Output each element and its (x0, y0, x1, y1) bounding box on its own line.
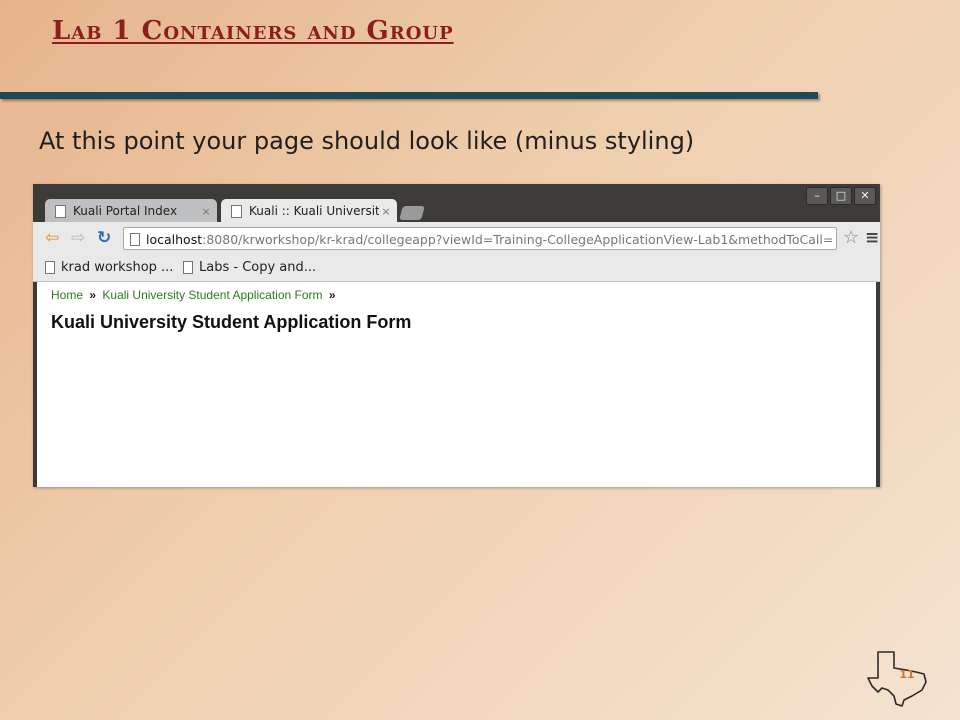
back-arrow-icon[interactable]: ⇦ (45, 228, 59, 248)
tab-close-icon[interactable]: × (379, 205, 393, 218)
breadcrumb-current-link[interactable]: Kuali University Student Application For… (102, 288, 322, 302)
page-icon (183, 261, 193, 274)
url-host: localhost (146, 232, 203, 247)
bookmark-star-icon[interactable]: ☆ (843, 227, 859, 248)
slide-subtitle: At this point your page should look like… (39, 127, 695, 155)
tab-close-icon[interactable]: × (199, 205, 213, 218)
breadcrumb: Home » Kuali University Student Applicat… (51, 288, 339, 302)
breadcrumb-separator: » (328, 288, 336, 302)
minimize-button[interactable]: – (806, 187, 828, 205)
address-bar[interactable]: localhost:8080/krworkshop/kr-krad/colleg… (123, 227, 837, 250)
bookmark-labs-copy[interactable]: Labs - Copy and... (183, 260, 316, 275)
page-icon (45, 261, 55, 274)
title-divider-bar (0, 92, 818, 99)
close-window-button[interactable]: ✕ (854, 187, 876, 205)
window-controls: – □ ✕ (806, 187, 876, 205)
forward-arrow-icon[interactable]: ⇨ (71, 228, 85, 248)
browser-tab-portal-index[interactable]: Kuali Portal Index × (45, 199, 217, 223)
bookmark-label: krad workshop ... (61, 260, 174, 275)
breadcrumb-home-link[interactable]: Home (51, 288, 83, 302)
url-path: :8080/krworkshop/kr-krad/collegeapp?view… (202, 232, 834, 247)
bookmark-krad-workshop[interactable]: krad workshop ... (45, 260, 173, 275)
new-tab-button[interactable] (399, 206, 425, 220)
page-title: Kuali University Student Application For… (51, 312, 412, 332)
breadcrumb-separator: » (89, 288, 97, 302)
bookmarks-bar: krad workshop ... Labs - Copy and... (33, 255, 880, 282)
bookmark-label: Labs - Copy and... (199, 260, 317, 275)
slide-page-number: 11 (899, 668, 915, 681)
browser-screenshot: Kuali Portal Index × Kuali :: Kuali Univ… (33, 184, 880, 487)
reload-icon[interactable]: ↻ (97, 228, 111, 248)
tab-label: Kuali Portal Index (73, 204, 178, 218)
page-icon (130, 233, 140, 246)
browser-tab-kuali-university[interactable]: Kuali :: Kuali University Stu × (221, 199, 397, 223)
browser-toolbar: ⇦ ⇨ ↻ localhost:8080/krworkshop/kr-krad/… (33, 222, 880, 255)
page-content: Home » Kuali University Student Applicat… (37, 282, 876, 487)
maximize-button[interactable]: □ (830, 187, 852, 205)
page-icon (231, 204, 242, 218)
menu-icon[interactable]: ≡ (865, 228, 879, 248)
tab-label: Kuali :: Kuali University Stu (249, 204, 379, 218)
browser-tabstrip: Kuali Portal Index × Kuali :: Kuali Univ… (33, 184, 880, 223)
slide-title: Lab 1 Containers and Group (52, 16, 454, 46)
page-icon (55, 204, 66, 218)
